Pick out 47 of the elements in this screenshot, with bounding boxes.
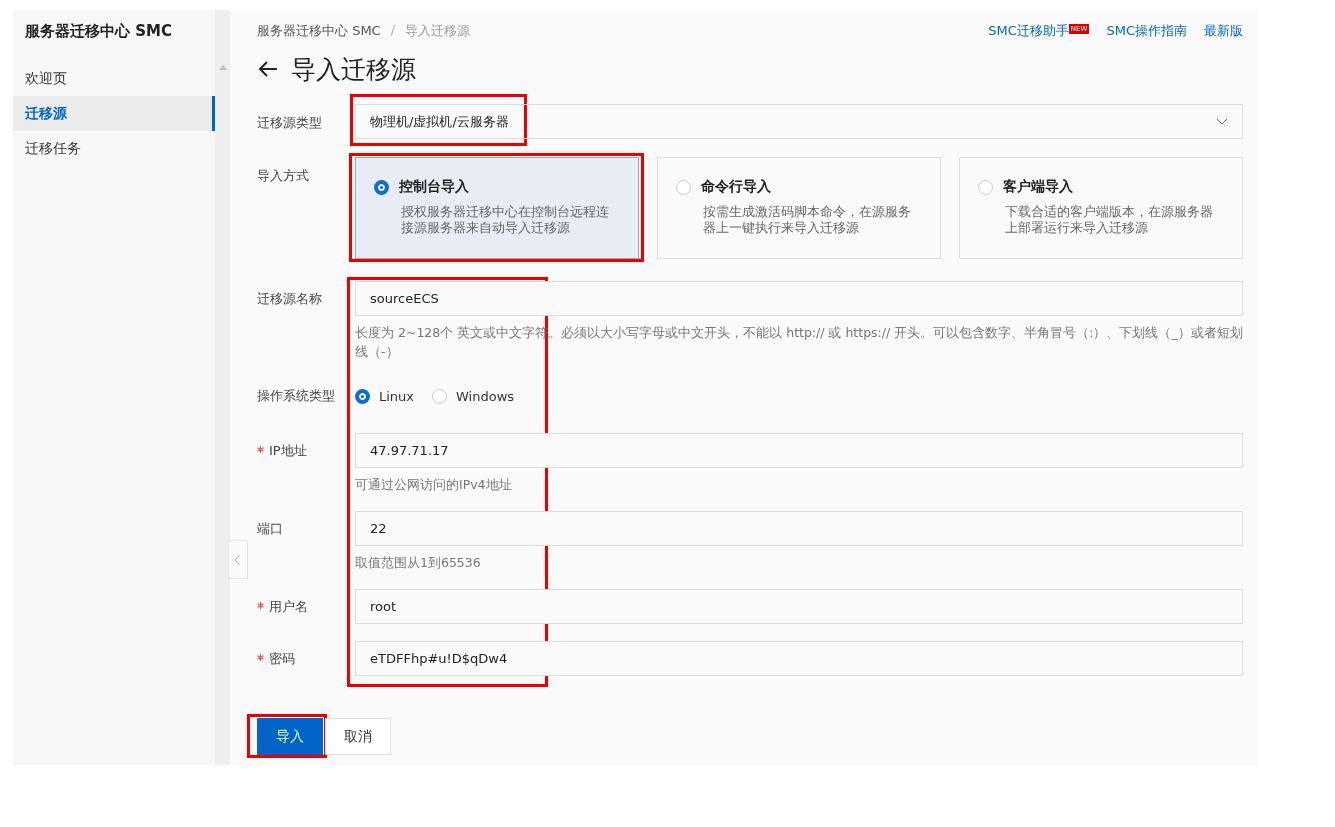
input-field[interactable]: root xyxy=(355,589,1243,624)
header-link[interactable]: SMC迁移助手 xyxy=(988,22,1069,40)
card-title: 控制台导入 xyxy=(399,178,469,196)
card-description: 授权服务器迁移中心在控制台远程连接源服务器来自动导入迁移源 xyxy=(401,204,610,236)
scroll-up-icon[interactable] xyxy=(219,64,227,70)
header-link[interactable]: SMC操作指南 xyxy=(1106,22,1187,40)
back-arrow-icon[interactable] xyxy=(257,60,279,78)
sidebar-item[interactable]: 欢迎页 xyxy=(13,61,215,96)
import-method-card[interactable]: 客户端导入 下载合适的客户端版本，在源服务器上部署运行来导入迁移源 xyxy=(959,157,1243,259)
header-link[interactable]: 最新版 xyxy=(1204,22,1243,40)
page-title: 导入迁移源 xyxy=(291,53,416,86)
collapse-tab[interactable] xyxy=(228,540,248,579)
source-type-dropdown[interactable]: 物理机/虚拟机/云服务器 xyxy=(355,104,1243,139)
field-label: 操作系统类型 xyxy=(257,388,335,403)
sidebar-item[interactable]: 迁移源 xyxy=(13,96,215,131)
breadcrumb-separator: / xyxy=(390,22,396,39)
sidebar-title: 服务器迁移中心 SMC xyxy=(24,22,173,41)
chevron-down-icon xyxy=(1216,117,1228,126)
card-description: 下载合适的客户端版本，在源服务器上部署运行来导入迁移源 xyxy=(1005,204,1214,236)
field-hint: 取值范围从1到65536 xyxy=(355,554,482,572)
import-method-card[interactable]: 命令行导入 按需生成激活码脚本命令，在源服务器上一键执行来导入迁移源 xyxy=(657,157,941,259)
input-field[interactable]: eTDFFhp#u!D$qDw4 xyxy=(355,641,1243,676)
card-title: 客户端导入 xyxy=(1003,178,1073,196)
card-description: 按需生成激活码脚本命令，在源服务器上一键执行来导入迁移源 xyxy=(703,204,912,236)
radio-label: Linux xyxy=(379,388,415,404)
field-label: 导入方式 xyxy=(257,168,309,183)
source-name-field[interactable]: sourceECS xyxy=(355,281,1243,316)
field-label: 迁移源类型 xyxy=(257,115,322,130)
field-label: 密码 xyxy=(269,651,295,666)
sidebar-item[interactable]: 迁移任务 xyxy=(13,131,215,166)
field-label: 端口 xyxy=(257,521,283,536)
breadcrumb-link[interactable]: 服务器迁移中心 SMC xyxy=(257,22,381,46)
field-label: 迁移源名称 xyxy=(257,291,322,306)
breadcrumb-current: 导入迁移源 xyxy=(405,22,471,40)
field-label: IP地址 xyxy=(269,443,307,458)
radio-label: Windows xyxy=(456,388,515,404)
field-label: 用户名 xyxy=(269,599,308,614)
card-title: 命令行导入 xyxy=(701,178,771,196)
import-method-card[interactable]: 控制台导入 授权服务器迁移中心在控制台远程连接源服务器来自动导入迁移源 xyxy=(355,157,639,259)
input-field[interactable]: 47.97.71.17 xyxy=(355,433,1243,468)
input-field[interactable]: 22 xyxy=(355,511,1243,546)
import-button[interactable]: 导入 xyxy=(257,718,323,755)
cancel-button[interactable]: 取消 xyxy=(325,718,391,755)
chevron-left-icon xyxy=(234,553,242,566)
radio-button[interactable] xyxy=(355,388,370,404)
radio-button[interactable] xyxy=(374,179,389,195)
field-hint: 可通过公网访问的IPv4地址 xyxy=(355,476,513,494)
